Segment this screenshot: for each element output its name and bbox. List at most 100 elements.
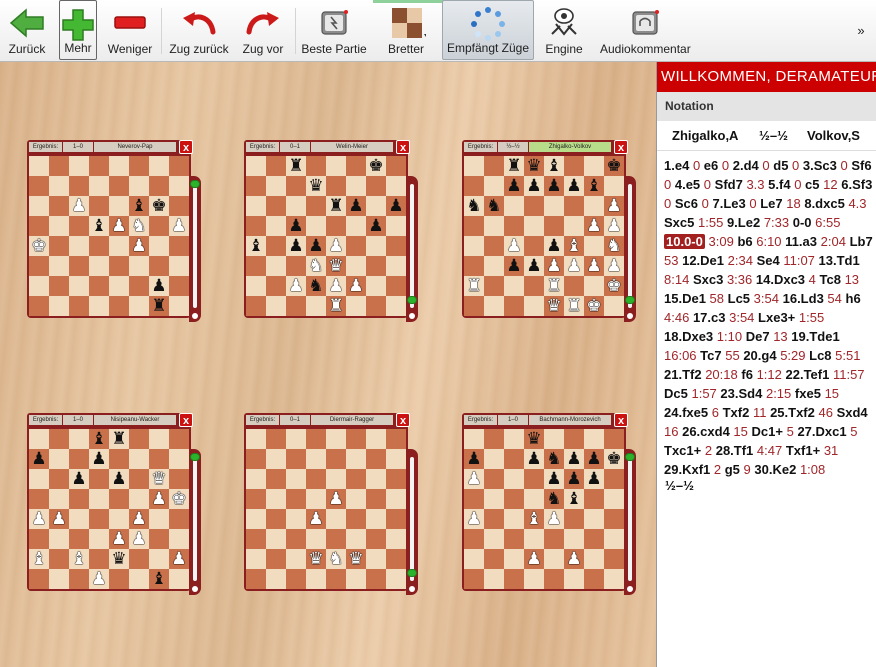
- board-square[interactable]: [366, 429, 386, 449]
- move[interactable]: Sfd7: [715, 177, 743, 192]
- board-square[interactable]: [386, 156, 406, 176]
- white-pawn-icon[interactable]: ♟: [504, 236, 524, 256]
- white-bishop-icon[interactable]: ♝: [524, 509, 544, 529]
- slider-handle[interactable]: [625, 296, 635, 304]
- white-king-icon[interactable]: ♚: [169, 489, 189, 509]
- board-square[interactable]: [544, 549, 564, 569]
- board-square[interactable]: [504, 509, 524, 529]
- board-square[interactable]: [246, 469, 266, 489]
- board-square[interactable]: [504, 529, 524, 549]
- black-pawn-icon[interactable]: ♟: [564, 176, 584, 196]
- move[interactable]: 12.De1: [682, 253, 724, 268]
- board-square[interactable]: [286, 296, 306, 316]
- board-square[interactable]: [129, 256, 149, 276]
- board-square[interactable]: [464, 529, 484, 549]
- board-square[interactable]: [266, 489, 286, 509]
- black-pawn-icon[interactable]: ♟: [109, 469, 129, 489]
- board-square[interactable]: [149, 176, 169, 196]
- board-square[interactable]: [149, 236, 169, 256]
- board-square[interactable]: [49, 549, 69, 569]
- board-square[interactable]: [484, 509, 504, 529]
- black-pawn-icon[interactable]: ♟: [544, 469, 564, 489]
- board-square[interactable]: [306, 529, 326, 549]
- board-square[interactable]: [464, 569, 484, 589]
- board-square[interactable]: [484, 216, 504, 236]
- board-square[interactable]: [366, 256, 386, 276]
- move[interactable]: 23.Sd4: [720, 386, 762, 401]
- board-square[interactable]: [69, 429, 89, 449]
- white-pawn-icon[interactable]: ♟: [544, 509, 564, 529]
- board-square[interactable]: [604, 296, 624, 316]
- white-pawn-icon[interactable]: ♟: [326, 489, 346, 509]
- best-game-button[interactable]: Beste Partie: [300, 0, 368, 60]
- less-button[interactable]: Weniger: [106, 0, 154, 60]
- move[interactable]: Txc1+: [664, 443, 701, 458]
- board-square[interactable]: [109, 176, 129, 196]
- board-square[interactable]: [89, 236, 109, 256]
- board-square[interactable]: [246, 549, 266, 569]
- close-icon[interactable]: x: [179, 140, 193, 154]
- board-square[interactable]: [464, 549, 484, 569]
- black-bishop-icon[interactable]: ♝: [584, 176, 604, 196]
- board-square[interactable]: [29, 429, 49, 449]
- black-pawn-icon[interactable]: ♟: [346, 196, 366, 216]
- white-knight-icon[interactable]: ♞: [129, 216, 149, 236]
- move[interactable]: 6.Sf3: [841, 177, 872, 192]
- boards-button[interactable]: Bretter: [380, 0, 432, 60]
- board-square[interactable]: [89, 469, 109, 489]
- move[interactable]: 25.Txf2: [770, 405, 815, 420]
- board-square[interactable]: [246, 176, 266, 196]
- board-square[interactable]: [366, 569, 386, 589]
- board-square[interactable]: [149, 156, 169, 176]
- board-square[interactable]: [49, 469, 69, 489]
- board-square[interactable]: [306, 429, 326, 449]
- board-square[interactable]: [149, 509, 169, 529]
- game-widget[interactable]: Ergebnis: 1–0 Bachmann-Morozevich x ♛ ♟ ♟ ♞ ♟ ♟ ♚ ♟…: [462, 413, 636, 597]
- board-square[interactable]: [386, 449, 406, 469]
- board-square[interactable]: [524, 276, 544, 296]
- move[interactable]: 18.Dxe3: [664, 329, 713, 344]
- move[interactable]: Txf2: [723, 405, 750, 420]
- slider-handle[interactable]: [625, 453, 635, 461]
- board-square[interactable]: [109, 236, 129, 256]
- board-square[interactable]: [484, 469, 504, 489]
- board-square[interactable]: [604, 529, 624, 549]
- board-square[interactable]: [49, 216, 69, 236]
- current-move[interactable]: 10.0-0: [664, 234, 705, 249]
- board-square[interactable]: [306, 296, 326, 316]
- black-knight-icon[interactable]: ♞: [306, 276, 326, 296]
- board-square[interactable]: [69, 449, 89, 469]
- board-square[interactable]: [169, 296, 189, 316]
- white-bishop-icon[interactable]: ♝: [29, 549, 49, 569]
- board-square[interactable]: [169, 429, 189, 449]
- board-square[interactable]: [346, 449, 366, 469]
- move[interactable]: 0-0: [793, 215, 812, 230]
- slider-handle[interactable]: [407, 296, 417, 304]
- white-queen-icon[interactable]: ♛: [306, 549, 326, 569]
- move[interactable]: 27.Dxc1: [797, 424, 846, 439]
- move[interactable]: h6: [846, 291, 861, 306]
- move[interactable]: 16.Ld3: [783, 291, 824, 306]
- move[interactable]: 1.e4: [664, 158, 689, 173]
- black-pawn-icon[interactable]: ♟: [286, 216, 306, 236]
- move[interactable]: e6: [704, 158, 718, 173]
- board-square[interactable]: [504, 469, 524, 489]
- board-square[interactable]: [286, 429, 306, 449]
- board-square[interactable]: [69, 509, 89, 529]
- white-pawn-icon[interactable]: ♟: [604, 256, 624, 276]
- move[interactable]: 4.e5: [675, 177, 700, 192]
- white-pawn-icon[interactable]: ♟: [564, 549, 584, 569]
- board-square[interactable]: [366, 296, 386, 316]
- black-bishop-icon[interactable]: ♝: [149, 569, 169, 589]
- back-button[interactable]: Zurück: [3, 0, 51, 60]
- black-rook-icon[interactable]: ♜: [504, 156, 524, 176]
- move[interactable]: Sxc5: [664, 215, 694, 230]
- black-rook-icon[interactable]: ♜: [286, 156, 306, 176]
- board-square[interactable]: [29, 176, 49, 196]
- board-square[interactable]: [169, 236, 189, 256]
- board-square[interactable]: [464, 256, 484, 276]
- board-square[interactable]: [109, 256, 129, 276]
- white-bishop-icon[interactable]: ♝: [69, 549, 89, 569]
- board-square[interactable]: [326, 176, 346, 196]
- board-square[interactable]: [326, 429, 346, 449]
